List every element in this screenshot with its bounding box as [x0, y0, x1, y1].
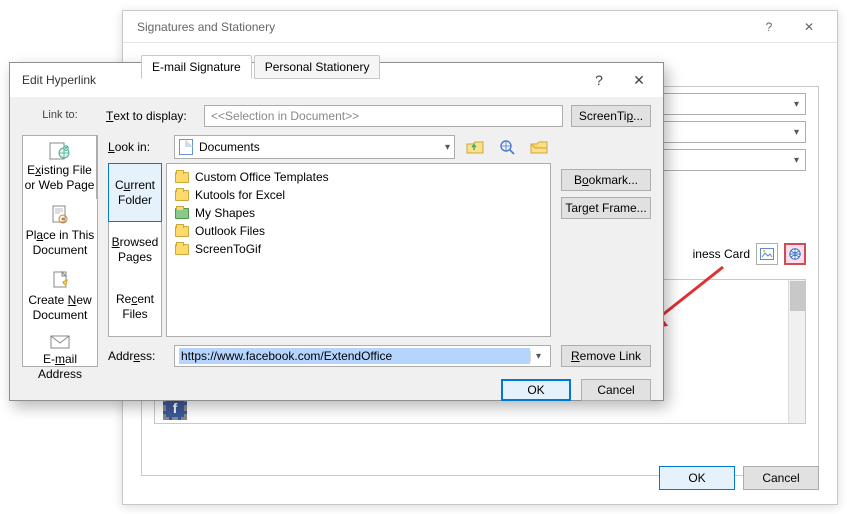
- look-in-row: Look in: Documents ▾: [108, 135, 551, 159]
- list-item[interactable]: Custom Office Templates: [171, 168, 546, 186]
- edit-hyperlink-dialog: Edit Hyperlink ? ✕ Link to: Text to disp…: [9, 62, 664, 401]
- bookmark-button[interactable]: Bookmark...: [561, 169, 651, 191]
- ok-button[interactable]: OK: [501, 379, 571, 401]
- up-folder-button[interactable]: [463, 135, 487, 159]
- chevron-down-icon: ▾: [794, 155, 799, 166]
- screentip-button[interactable]: ScreenTip...: [571, 105, 651, 127]
- link-to-nav: Existing File or Web Page Place in This …: [22, 135, 98, 367]
- edit-hyperlink-body: Link to: Text to display: <<Selection in…: [10, 97, 663, 411]
- chevron-down-icon: ▾: [794, 99, 799, 110]
- text-to-display-row: Link to: Text to display: <<Selection in…: [22, 105, 651, 127]
- folder-icon: [175, 172, 189, 183]
- browse-browsed-pages[interactable]: Browsed Pages: [109, 221, 161, 278]
- signatures-title: Signatures and Stationery: [131, 20, 749, 34]
- help-button[interactable]: ?: [749, 12, 789, 42]
- chevron-down-icon: ▾: [794, 127, 799, 138]
- scrollbar-thumb[interactable]: [790, 281, 805, 311]
- close-button[interactable]: ✕: [619, 65, 659, 95]
- text-to-display-label: Text to display:: [106, 105, 196, 127]
- nav-label: Existing File or Web Page: [25, 163, 95, 193]
- hyperlink-footer: OK Cancel: [22, 379, 651, 401]
- nav-place-in-doc[interactable]: Place in This Document: [23, 199, 97, 264]
- documents-icon: [179, 139, 193, 155]
- file-list[interactable]: Custom Office Templates Kutools for Exce…: [166, 163, 551, 337]
- hyperlink-main: Existing File or Web Page Place in This …: [22, 135, 651, 367]
- nav-create-new[interactable]: Create New Document: [23, 264, 97, 329]
- text-to-display-field[interactable]: <<Selection in Document>>: [204, 105, 563, 127]
- tab-email-signature[interactable]: E-mail Signature: [141, 55, 252, 79]
- signatures-ok-button[interactable]: OK: [659, 466, 735, 490]
- nav-email-address[interactable]: E-mail Address: [23, 329, 97, 388]
- cancel-button[interactable]: Cancel: [581, 379, 651, 401]
- folder-icon: [175, 226, 189, 237]
- insert-image-button[interactable]: [756, 243, 778, 265]
- insert-hyperlink-button[interactable]: [784, 243, 806, 265]
- list-item[interactable]: ScreenToGif: [171, 240, 546, 258]
- editor-scrollbar[interactable]: [788, 280, 805, 423]
- nav-label: Place in This Document: [25, 228, 95, 258]
- help-button[interactable]: ?: [579, 65, 619, 95]
- new-document-icon: [51, 270, 69, 290]
- signatures-cancel-button[interactable]: Cancel: [743, 466, 819, 490]
- address-input[interactable]: [179, 348, 530, 364]
- signatures-footer: OK Cancel: [659, 466, 819, 490]
- right-buttons: Bookmark... Target Frame... Remove Link: [561, 135, 651, 367]
- nav-existing-file[interactable]: Existing File or Web Page: [23, 136, 97, 199]
- center-panel: Look in: Documents ▾: [108, 135, 551, 367]
- close-button[interactable]: ✕: [789, 12, 829, 42]
- nav-label: Create New Document: [25, 293, 95, 323]
- look-in-dropdown[interactable]: Documents ▾: [174, 135, 455, 159]
- nav-label: E-mail Address: [25, 352, 95, 382]
- browse-current-folder[interactable]: Current Folder: [108, 163, 162, 222]
- address-field[interactable]: ▾: [174, 345, 551, 367]
- remove-link-button[interactable]: Remove Link: [561, 345, 651, 367]
- link-to-label: Link to:: [22, 105, 98, 127]
- list-item[interactable]: Outlook Files: [171, 222, 546, 240]
- target-frame-button[interactable]: Target Frame...: [561, 197, 651, 219]
- mail-icon: [50, 335, 70, 349]
- list-item[interactable]: Kutools for Excel: [171, 186, 546, 204]
- web-page-icon: [49, 142, 71, 160]
- list-item[interactable]: My Shapes: [171, 204, 546, 222]
- address-row: Address: ▾: [108, 345, 551, 367]
- browse-file-button[interactable]: [527, 135, 551, 159]
- signatures-titlebar: Signatures and Stationery ? ✕: [123, 11, 837, 43]
- folder-icon: [175, 208, 189, 219]
- browse-web-button[interactable]: [495, 135, 519, 159]
- document-target-icon: [51, 205, 69, 225]
- file-area: Current Folder Browsed Pages Recent File…: [108, 163, 551, 337]
- address-label: Address:: [108, 349, 166, 363]
- tab-personal-stationery[interactable]: Personal Stationery: [254, 55, 381, 79]
- folder-icon: [175, 190, 189, 201]
- chevron-down-icon[interactable]: ▾: [530, 351, 546, 362]
- folder-icon: [175, 244, 189, 255]
- browse-recent-files[interactable]: Recent Files: [109, 279, 161, 336]
- look-in-label: Look in:: [108, 140, 166, 154]
- browse-tabs: Current Folder Browsed Pages Recent File…: [108, 163, 162, 337]
- chevron-down-icon: ▾: [445, 142, 450, 153]
- business-card-label: iness Card: [693, 247, 750, 261]
